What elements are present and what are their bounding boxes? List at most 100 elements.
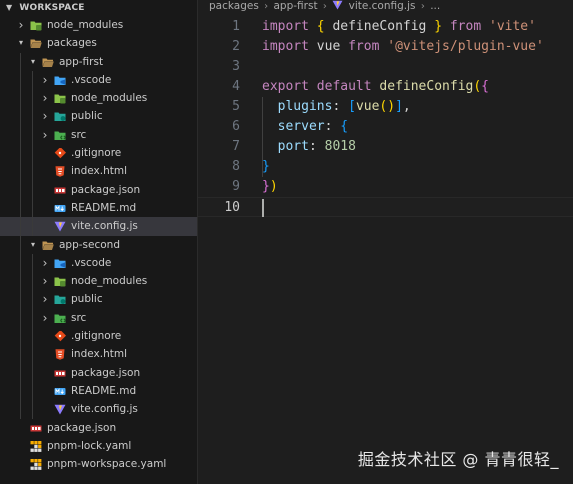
chevron-right-icon[interactable]: › [40, 254, 50, 272]
code-token: from [348, 39, 380, 54]
tree-item[interactable]: pnpm-lock.yaml [0, 437, 197, 455]
code-line[interactable]: 6 server: { [198, 117, 573, 137]
code-line[interactable]: 3 [198, 57, 573, 77]
code-text: port: 8018 [262, 137, 356, 157]
tree-item-label: .vscode [71, 73, 112, 86]
tree-item[interactable]: package.json [0, 180, 197, 199]
tree-item-label: app-second [59, 238, 121, 251]
tree-item-label: node_modules [47, 19, 124, 31]
tree-item[interactable]: pnpm-workspace.yaml [0, 455, 197, 473]
workspace-header[interactable]: ▼ WORKSPACE [0, 0, 197, 16]
tree-item[interactable]: README.md [0, 381, 197, 401]
code-line[interactable]: 2 import vue from '@vitejs/plugin-vue' [198, 37, 573, 57]
text-cursor [262, 199, 264, 217]
indent-guide [20, 162, 21, 181]
code-line[interactable]: 4 export default defineConfig({ [198, 77, 573, 97]
breadcrumb-item-app-first[interactable]: app-first [274, 0, 318, 12]
chevron-right-icon[interactable]: › [40, 272, 50, 290]
chevron-right-icon[interactable]: › [40, 309, 50, 327]
line-number: 4 [232, 79, 240, 94]
tree-item[interactable]: .gitignore [0, 144, 197, 163]
tree-item-label: README.md [71, 384, 137, 397]
chevron-right-icon[interactable]: › [40, 89, 50, 107]
chevron-right-icon[interactable]: › [40, 126, 50, 144]
indent-guide [32, 217, 33, 236]
tree-item-label: vite.config.js [71, 220, 138, 233]
folder-open-icon [42, 240, 54, 251]
tree-item[interactable]: › node_modules [0, 16, 197, 34]
tree-item[interactable]: package.json [0, 363, 197, 382]
code-token: , [402, 99, 411, 114]
code-line[interactable]: 5 plugins: [vue()], [198, 97, 573, 117]
code-text: export default defineConfig({ [262, 77, 489, 97]
tree-item[interactable]: package.json [0, 419, 197, 437]
watermark: 掘金技术社区 @ 青青很轻_ [357, 450, 559, 469]
code-line[interactable]: 10 [198, 197, 573, 217]
chevron-down-icon[interactable]: ▾ [28, 236, 38, 254]
code-token: vue [355, 99, 380, 114]
code-text: }) [262, 177, 278, 197]
code-line[interactable]: 9}) [198, 177, 573, 197]
code-token: export [262, 79, 309, 94]
code-token: defineConfig [324, 19, 435, 34]
tree-item-label: packages [47, 37, 97, 50]
code-token: } [262, 179, 270, 194]
line-number: 3 [232, 59, 240, 74]
chevron-down-icon[interactable]: ▾ [28, 53, 38, 71]
tree-item-label: index.html [71, 348, 127, 361]
chevron-down-icon[interactable]: ▾ [16, 34, 26, 52]
code-token: ) [269, 179, 278, 194]
chevron-right-icon[interactable]: › [40, 71, 50, 89]
chevron-right-icon[interactable]: › [40, 290, 50, 308]
code-token: { [481, 79, 489, 94]
breadcrumb-item-symbol[interactable]: ... [430, 0, 440, 12]
tree-item[interactable]: index.html [0, 345, 197, 364]
chevron-right-icon: › [264, 1, 269, 12]
workspace-title: WORKSPACE [19, 3, 85, 13]
vscode-folder-icon [54, 258, 66, 269]
chevron-right-icon[interactable]: › [16, 16, 26, 34]
code-text: plugins: [vue()], [262, 97, 411, 117]
code-line[interactable]: 7 port: 8018 [198, 137, 573, 157]
tree-item[interactable]: › node_modules [0, 272, 197, 291]
markdown-icon [54, 386, 66, 397]
tree-item[interactable]: ▾ packages [0, 34, 197, 52]
tree-item[interactable]: vite.config.js [0, 400, 197, 419]
code-token: import [262, 39, 309, 54]
indent-guide [32, 198, 33, 218]
tree-item[interactable]: README.md [0, 198, 197, 218]
code-line[interactable]: 8} [198, 157, 573, 177]
breadcrumb-item-file[interactable]: vite.config.js [349, 0, 416, 12]
code-line[interactable]: 1 import { defineConfig } from 'vite' [198, 17, 573, 37]
chevron-right-icon[interactable]: › [40, 107, 50, 125]
code-editor[interactable]: 1 import { defineConfig } from 'vite' 2 imp… [198, 17, 573, 484]
tree-item[interactable]: › src [0, 125, 197, 145]
tree-item[interactable]: › node_modules [0, 89, 197, 108]
tree-item[interactable]: › .vscode [0, 253, 197, 273]
code-token: { [340, 119, 349, 134]
tree-item-label: README.md [71, 201, 137, 214]
indent-guide [32, 162, 33, 181]
tree-item-label: package.json [71, 183, 141, 196]
indent-guide [20, 144, 21, 163]
tree-item[interactable]: › public [0, 290, 197, 309]
line-number: 1 [232, 19, 240, 34]
tree-item[interactable]: › public [0, 107, 197, 126]
indent-guide [20, 52, 21, 71]
npm-icon [54, 368, 66, 379]
tree-item[interactable]: vite.config.js [0, 217, 197, 236]
tree-item[interactable]: ▾ app-first [0, 52, 197, 71]
breadcrumb-item-packages[interactable]: packages [209, 0, 259, 12]
tree-item[interactable]: index.html [0, 162, 197, 181]
tree-item[interactable]: .gitignore [0, 327, 197, 346]
indent-guide [32, 144, 33, 163]
tree-item[interactable]: › .vscode [0, 70, 197, 90]
code-token: : [332, 99, 349, 114]
file-tree: › node_modules ▾ packages ▾ app-first › .vscode… [0, 16, 197, 473]
tree-item[interactable]: ▾ app-second [0, 235, 197, 254]
code-token: port [277, 139, 309, 154]
tree-item[interactable]: › src [0, 308, 197, 328]
